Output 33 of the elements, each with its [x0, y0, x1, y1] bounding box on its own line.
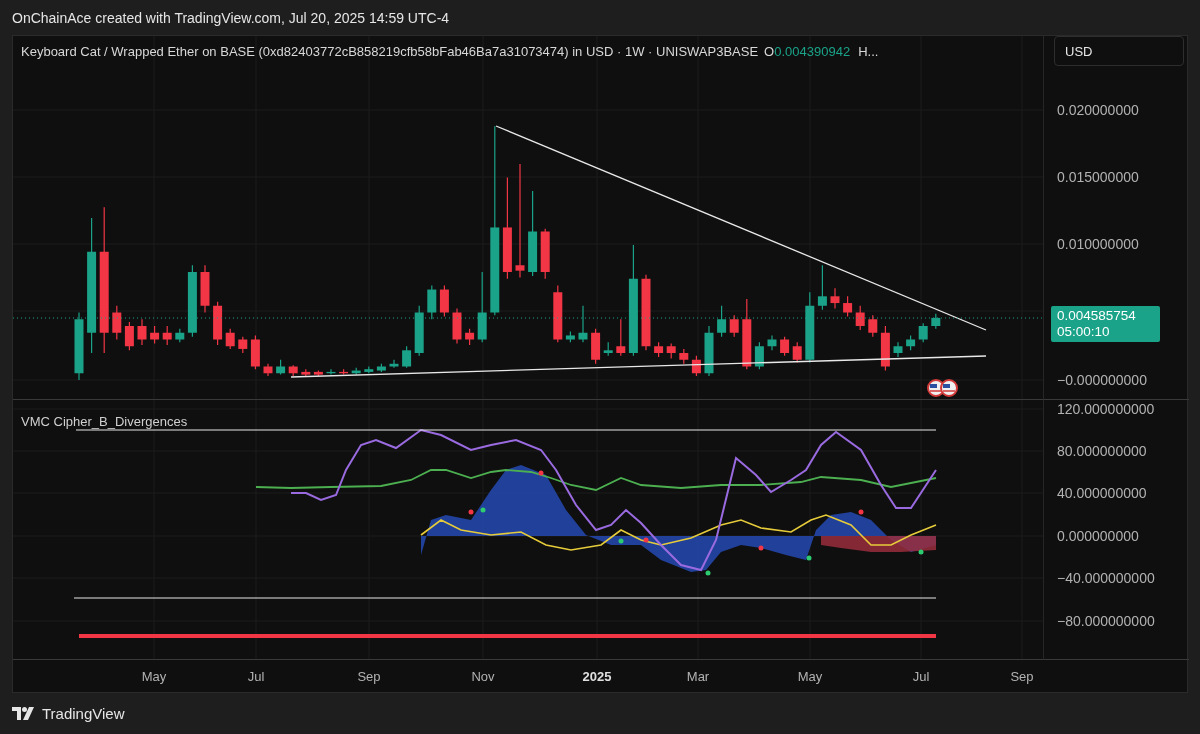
open-value: 0.004390942 [774, 44, 851, 60]
resistance-trendline[interactable] [495, 125, 987, 331]
time-label: May [141, 669, 167, 685]
time-label: May [797, 669, 823, 685]
indicator-tick: −80.000000000 [1057, 613, 1155, 630]
last-price-value: 0.004585754 [1057, 308, 1137, 325]
time-label: Nov [471, 669, 495, 685]
time-label: Sep [357, 669, 381, 685]
indicator-tick: 80.000000000 [1057, 443, 1147, 460]
time-label: Mar [686, 669, 710, 685]
price-tick: −0.000000000 [1057, 372, 1147, 389]
price-tick: 0.010000000 [1057, 236, 1139, 253]
brand-name: TradingView [42, 705, 125, 723]
open-label: O [764, 44, 775, 60]
indicator-tick: 120.000000000 [1057, 401, 1155, 418]
indicator-tick: 40.000000000 [1057, 485, 1147, 502]
time-label: 2025 [582, 669, 612, 685]
more-values: H... [858, 44, 879, 60]
price-tick: 0.015000000 [1057, 169, 1139, 186]
indicator-tick: −40.000000000 [1057, 570, 1155, 587]
flag-icon[interactable] [940, 379, 958, 398]
time-label: Jul [912, 669, 930, 685]
brand-logo-icon [12, 706, 36, 721]
time-label: Sep [1010, 669, 1034, 685]
currency-button[interactable]: USD [1054, 36, 1184, 67]
bar-countdown: 05:00:10 [1057, 324, 1111, 341]
indicator-tick: 0.000000000 [1057, 528, 1139, 545]
symbol-title: Keyboard Cat / Wrapped Ether on BASE (0xd82403772cB858219cfb58bFab46Ba7a31073474) in USD · 1W · UNISWAP3BASE [21, 44, 759, 60]
support-trendline[interactable] [290, 355, 987, 378]
price-tick: 0.020000000 [1057, 102, 1139, 119]
time-label: Jul [247, 669, 265, 685]
chart-author-caption: OnChainAce created with TradingView.com, Jul 20, 2025 14:59 UTC-4 [12, 8, 451, 28]
indicator-name: VMC Cipher_B_Divergences [21, 414, 188, 430]
